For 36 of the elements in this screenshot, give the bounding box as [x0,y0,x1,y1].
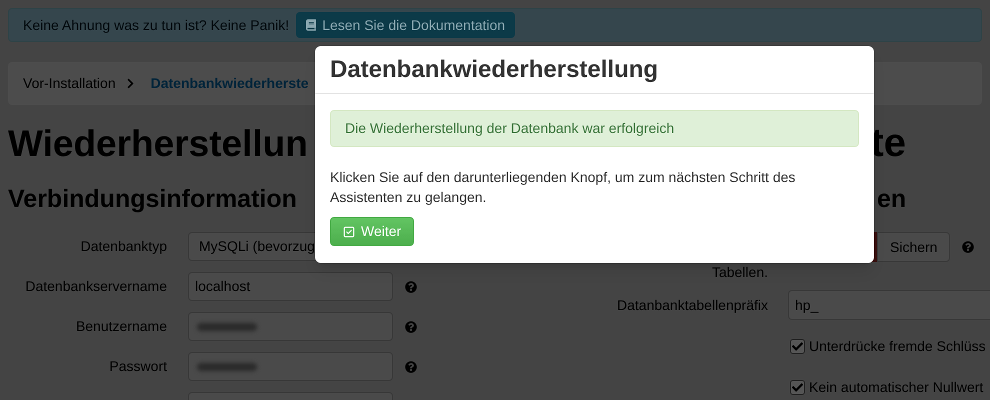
blurred-value [197,362,257,370]
section-heading: Verbindungsinformation [8,184,297,216]
page-title: Wiederherstellun [8,124,308,162]
dialog-title: Datenbankwiederherstellung [330,54,658,84]
field-label: Datenbanktyp [80,237,167,256]
field-label: Passwort [109,357,167,376]
field-label: Tabellen. [712,263,768,282]
next-button[interactable]: Weiter [330,217,414,246]
input-field[interactable]: hp_ [788,290,990,320]
success-message: Die Wiederherstellung der Datenbank war erfolgreich [330,110,859,147]
checkbox-label: Unterdrücke fremde Schlüss [809,337,986,356]
input-field[interactable] [188,352,393,381]
checkbox[interactable] [790,380,805,395]
help-icon[interactable] [405,320,417,332]
field-label: Datanbanktabellenpräfix [617,296,768,315]
checkbox[interactable] [790,339,805,354]
dialog-text: Klicken Sie auf den darunterliegenden Knopf, um zum nächsten Schritt des Assistenten zu gelangen. [330,168,796,207]
section-heading: en [877,184,906,216]
blurred-value [197,322,257,330]
book-icon [306,19,316,31]
breadcrumb-item[interactable]: Datenbankwiederherste [150,73,309,94]
field-label: Benutzername [76,317,167,336]
save-button[interactable]: Sichern [877,232,950,262]
check-icon [343,226,355,238]
help-text: Keine Ahnung was zu tun ist? Keine Panik! [23,16,290,35]
help-icon[interactable] [405,280,417,292]
checkbox-label: Kein automatischer Nullwert [809,378,984,397]
breadcrumb-item[interactable]: Vor-Installation [23,73,116,94]
chevron-icon [126,78,135,89]
documentation-button[interactable]: Lesen Sie die Dokumentation [296,12,516,38]
input-field[interactable] [188,312,393,341]
field-label: Datenbankservername [25,277,167,296]
input-field[interactable]: localhost [188,272,393,301]
help-icon[interactable] [962,241,974,253]
page-title: te [870,123,906,163]
help-icon[interactable] [405,360,417,372]
